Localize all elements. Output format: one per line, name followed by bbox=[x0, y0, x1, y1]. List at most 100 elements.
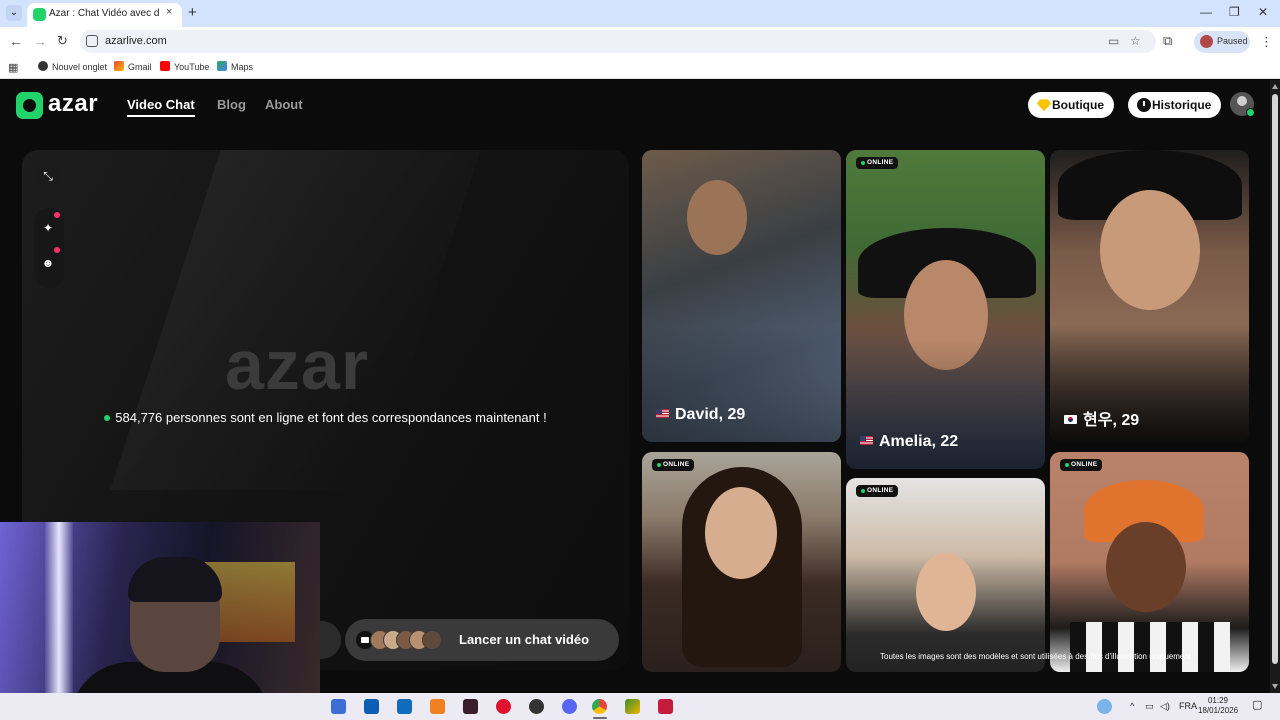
bookmarks-bar: ▦ Nouvel onglet Gmail YouTube Maps bbox=[0, 57, 1280, 79]
gender-filter-button[interactable] bbox=[319, 621, 341, 659]
page-scrollbar[interactable] bbox=[1270, 80, 1280, 693]
bookmark-star-icon[interactable]: ☆ bbox=[1130, 34, 1141, 48]
language-indicator[interactable]: FRA bbox=[1179, 701, 1197, 711]
url-text[interactable]: azarlive.com bbox=[105, 35, 167, 47]
smiley-face-icon: ☻ bbox=[41, 256, 55, 270]
tab-strip: ⌄ Azar : Chat Vidéo avec de nouv × + — ❐… bbox=[0, 0, 1280, 27]
window-close-icon[interactable]: ✕ bbox=[1258, 6, 1268, 18]
app-a-icon[interactable] bbox=[430, 699, 445, 714]
online-badge: ONLINE bbox=[856, 157, 899, 169]
profile-card-david[interactable]: David, 29 bbox=[642, 150, 841, 442]
online-dot-icon bbox=[104, 415, 111, 421]
bookmark-gmail[interactable]: Gmail bbox=[114, 61, 152, 72]
windows-taskbar: ^ ▭ ◁) FRA 01:29 18/01/2026 ▢ bbox=[0, 693, 1280, 720]
bookmark-new-tab[interactable]: Nouvel onglet bbox=[38, 61, 107, 72]
profile-name: Amelia, 22 bbox=[860, 433, 958, 451]
active-tab[interactable]: Azar : Chat Vidéo avec de nouv bbox=[27, 3, 182, 27]
online-counter: 584,776 personnes sont en ligne et font … bbox=[22, 410, 629, 425]
shop-label: Boutique bbox=[1052, 98, 1104, 112]
profile-name: 현우, 29 bbox=[1064, 406, 1139, 430]
hero-logo: azar bbox=[225, 326, 370, 404]
azar-logo-text[interactable]: azar bbox=[48, 92, 98, 116]
nav-video-chat[interactable]: Video Chat bbox=[127, 97, 195, 117]
launch-label: Lancer un chat vidéo bbox=[459, 632, 590, 647]
bookmark-maps[interactable]: Maps bbox=[217, 61, 253, 72]
weather-icon[interactable] bbox=[1097, 699, 1112, 714]
chrome-icon[interactable] bbox=[592, 699, 607, 714]
maps-icon bbox=[217, 61, 227, 71]
online-badge: ONLINE bbox=[652, 459, 695, 471]
clock-icon bbox=[1137, 98, 1151, 112]
online-text: 584,776 personnes sont en ligne et font … bbox=[115, 410, 547, 425]
shop-button[interactable]: Boutique bbox=[1028, 92, 1114, 118]
user-avatar[interactable] bbox=[1230, 92, 1255, 117]
site-info-icon[interactable] bbox=[86, 35, 98, 47]
start-icon[interactable] bbox=[331, 699, 346, 714]
notification-dot bbox=[54, 212, 60, 218]
history-label: Historique bbox=[1152, 98, 1212, 112]
profile-button[interactable]: Paused bbox=[1194, 31, 1250, 53]
webcam-overlay bbox=[0, 522, 320, 720]
minimize-icon[interactable]: — bbox=[1200, 6, 1212, 18]
file-explorer-icon[interactable] bbox=[364, 699, 379, 714]
restore-icon[interactable]: ❐ bbox=[1229, 6, 1240, 18]
nav-about[interactable]: About bbox=[265, 97, 303, 112]
tray-chevron-icon[interactable]: ^ bbox=[1130, 701, 1134, 711]
us-flag-icon bbox=[656, 409, 669, 418]
effects-button[interactable]: ✦ bbox=[34, 212, 62, 242]
close-tab-icon[interactable]: × bbox=[166, 7, 172, 18]
mask-button[interactable]: ☻ bbox=[34, 247, 62, 277]
tab-title: Azar : Chat Vidéo avec de nouv bbox=[49, 8, 159, 19]
azar-favicon bbox=[33, 8, 46, 21]
images-disclaimer: Toutes les images sont des modèles et so… bbox=[880, 652, 1194, 661]
online-status-dot bbox=[1246, 108, 1255, 117]
youtube-icon bbox=[160, 61, 170, 71]
new-tab-button[interactable]: + bbox=[188, 5, 197, 20]
forward-icon[interactable]: → bbox=[33, 34, 47, 48]
gem-icon bbox=[1037, 99, 1051, 112]
history-button[interactable]: Historique bbox=[1128, 92, 1222, 118]
profile-photo bbox=[687, 180, 747, 255]
outlook-icon[interactable] bbox=[397, 699, 412, 714]
bookmark-youtube[interactable]: YouTube bbox=[160, 61, 209, 72]
taskbar-clock[interactable]: 01:29 18/01/2026 bbox=[1198, 696, 1238, 716]
online-badge: ONLINE bbox=[1060, 459, 1103, 471]
clock-time: 01:29 bbox=[1207, 696, 1229, 705]
profile-card-amelia[interactable]: ONLINE Amelia, 22 bbox=[846, 150, 1045, 469]
browser-menu-icon[interactable]: ⋮ bbox=[1260, 35, 1273, 48]
apps-grid-icon[interactable]: ▦ bbox=[8, 61, 18, 74]
notifications-icon[interactable]: ▢ bbox=[1252, 700, 1262, 711]
scrollbar-thumb[interactable] bbox=[1272, 94, 1278, 664]
profile-card-5[interactable]: ONLINE bbox=[846, 478, 1045, 672]
tab-search-button[interactable]: ⌄ bbox=[6, 5, 22, 21]
profile-card-6[interactable]: ONLINE bbox=[1050, 452, 1249, 672]
nav-blog[interactable]: Blog bbox=[217, 97, 246, 112]
magic-wand-icon: ✦ bbox=[42, 221, 54, 235]
network-icon[interactable]: ▭ bbox=[1145, 701, 1154, 711]
exit-fullscreen-button[interactable]: ⤡ bbox=[34, 162, 62, 190]
reload-icon[interactable]: ↻ bbox=[57, 34, 68, 48]
opera-icon[interactable] bbox=[496, 699, 511, 714]
collapse-icon: ⤡ bbox=[43, 169, 53, 183]
profile-card-4[interactable]: ONLINE bbox=[642, 452, 841, 672]
app-layers-icon[interactable] bbox=[625, 699, 640, 714]
gmail-icon bbox=[114, 61, 124, 71]
app-clock-icon[interactable] bbox=[529, 699, 544, 714]
address-bar[interactable]: azarlive.com ▭ ☆ bbox=[80, 30, 1156, 53]
app-red-icon[interactable] bbox=[658, 699, 673, 714]
app-v-icon[interactable] bbox=[463, 699, 478, 714]
launch-video-chat-button[interactable]: Lancer un chat vidéo bbox=[345, 619, 619, 661]
profile-card-hyunwoo[interactable]: 현우, 29 bbox=[1050, 150, 1249, 442]
back-icon[interactable]: ← bbox=[9, 34, 23, 48]
kr-flag-icon bbox=[1064, 415, 1077, 424]
volume-icon[interactable]: ◁) bbox=[1160, 701, 1170, 711]
profile-status: Paused bbox=[1217, 36, 1248, 46]
extensions-icon[interactable]: ⧉ bbox=[1163, 34, 1172, 48]
azar-logo-icon[interactable] bbox=[16, 92, 43, 119]
discord-icon[interactable] bbox=[562, 699, 577, 714]
clock-date: 18/01/2026 bbox=[1198, 706, 1239, 715]
notification-dot bbox=[54, 247, 60, 253]
cast-icon[interactable]: ▭ bbox=[1108, 34, 1119, 48]
browser-toolbar: ← → ↻ azarlive.com ▭ ☆ ⧉ Paused ⋮ bbox=[0, 27, 1280, 57]
us-flag-icon bbox=[860, 436, 873, 445]
